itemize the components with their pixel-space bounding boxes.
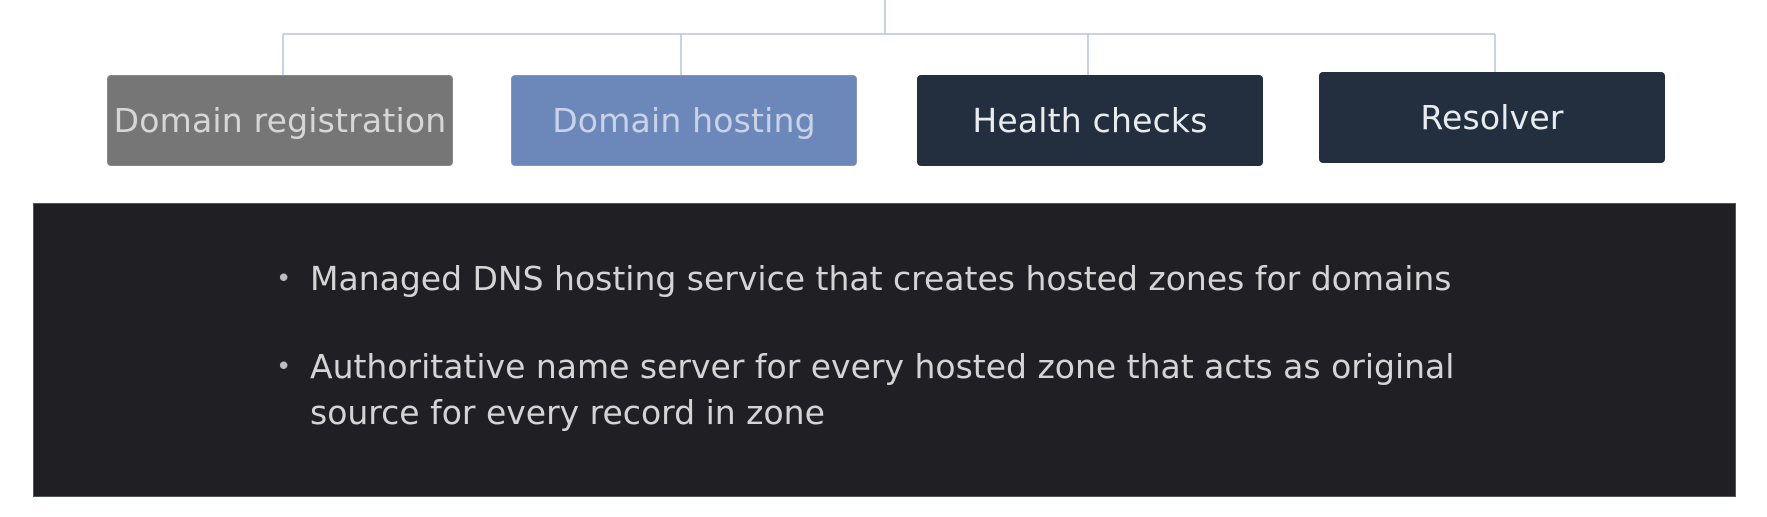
domain-registration-box: Domain registration [107,75,453,166]
bullet-list: • Managed DNS hosting service that creat… [274,256,1574,478]
domain-hosting-box: Domain hosting [511,75,857,166]
bullet-text: Authoritative name server for every host… [310,347,1455,432]
health-checks-label: Health checks [972,101,1208,140]
bullet-dot-icon: • [276,352,292,382]
bullet-item: • Authoritative name server for every ho… [274,344,1574,436]
resolver-label: Resolver [1420,98,1564,137]
health-checks-box: Health checks [917,75,1263,166]
domain-registration-label: Domain registration [113,101,447,140]
tree-connector-lines [282,0,1496,75]
resolver-box: Resolver [1319,72,1665,163]
bullet-item: • Managed DNS hosting service that creat… [274,256,1574,302]
description-panel: • Managed DNS hosting service that creat… [33,203,1736,497]
bullet-dot-icon: • [276,264,292,294]
bullet-text: Managed DNS hosting service that creates… [310,259,1452,298]
domain-hosting-label: Domain hosting [552,101,816,140]
